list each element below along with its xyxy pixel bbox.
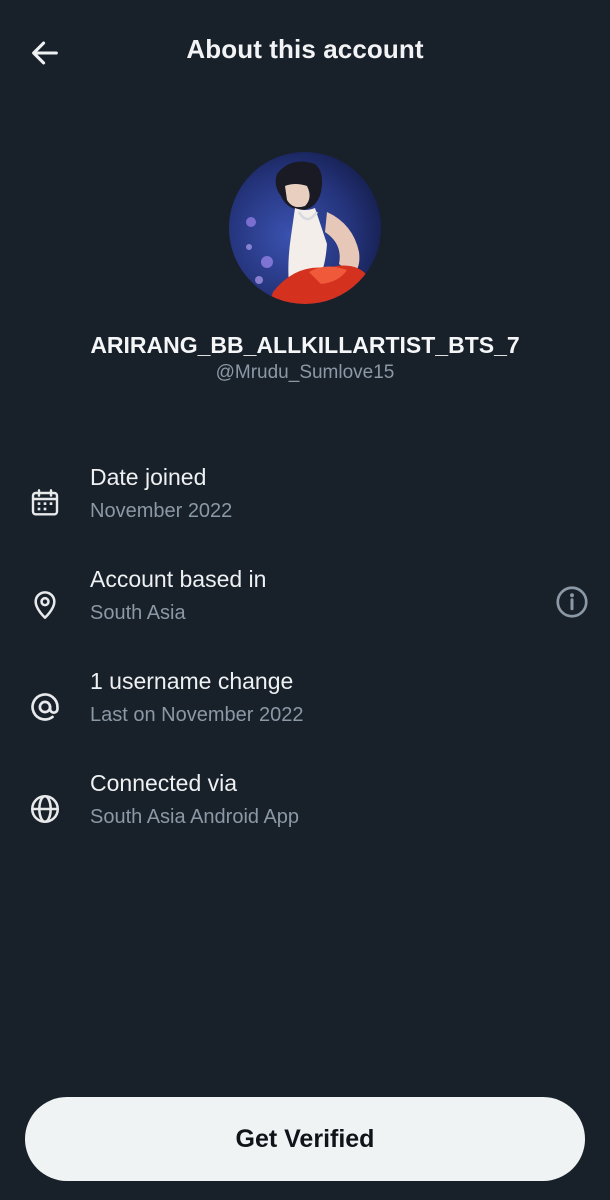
row-subtitle: November 2022	[90, 500, 233, 522]
header: About this account	[0, 0, 610, 104]
info-row-connected-via: Connected via South Asia Android App	[0, 770, 610, 850]
username-handle: @Mrudu_Sumlove15	[215, 362, 395, 383]
row-subtitle: Last on November 2022	[90, 704, 304, 726]
row-title: Account based in	[90, 566, 267, 592]
info-icon	[556, 586, 588, 618]
location-pin-icon	[24, 584, 66, 626]
row-title: Connected via	[90, 770, 238, 796]
avatar[interactable]	[229, 152, 381, 304]
info-row-date-joined: Date joined November 2022	[0, 464, 610, 544]
about-account-screen: About this account ARIRANG_BB_ALLKILLART…	[0, 0, 610, 1200]
calendar-icon	[24, 482, 66, 524]
display-name: ARIRANG_BB_ALLKILLARTIST_BTS_7	[90, 332, 520, 358]
avatar-image	[229, 152, 381, 304]
info-row-username-change: 1 username change Last on November 2022	[0, 668, 610, 748]
page-title: About this account	[186, 34, 424, 64]
row-subtitle: South Asia Android App	[90, 806, 300, 828]
get-verified-button[interactable]: Get Verified	[25, 1097, 585, 1181]
at-sign-icon	[24, 686, 66, 728]
row-subtitle: South Asia	[90, 602, 186, 624]
row-title: Date joined	[90, 464, 207, 490]
row-title: 1 username change	[90, 668, 294, 694]
info-button[interactable]	[551, 581, 593, 623]
info-row-account-based-in: Account based in South Asia	[0, 566, 610, 646]
globe-icon	[24, 788, 66, 830]
